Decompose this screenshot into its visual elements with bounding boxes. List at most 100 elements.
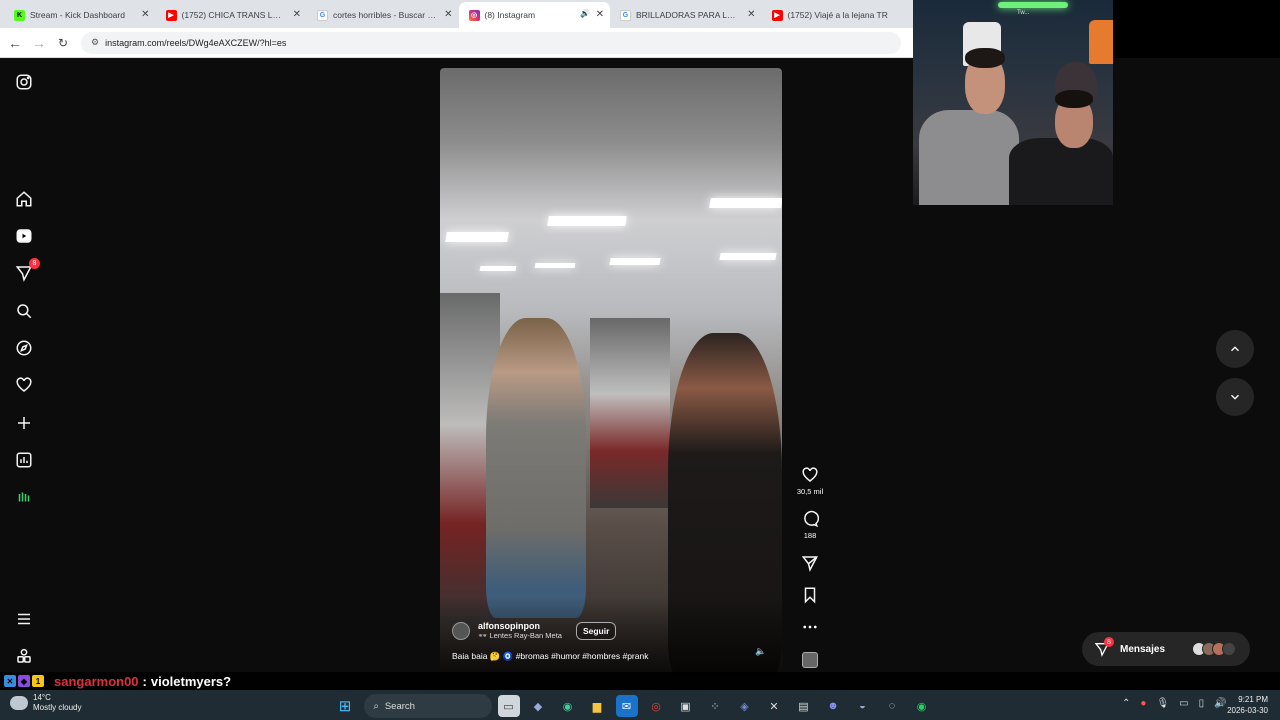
reel-video[interactable]: alfonsopinpon 👓 Lentes Ray-Ban Meta Segu… <box>440 68 782 676</box>
tab-kick[interactable]: K Stream - Kick Dashboard ✕ <box>4 2 156 28</box>
next-reel-button[interactable] <box>1216 378 1254 416</box>
close-icon[interactable]: ✕ <box>141 9 149 20</box>
windows-start-icon[interactable]: ⊞ <box>334 695 356 717</box>
reload-icon[interactable]: ↻ <box>51 31 75 55</box>
vpn-icon[interactable]: ◈ <box>734 695 756 717</box>
store-icon[interactable]: ▣ <box>675 695 697 717</box>
audio-thumbnail[interactable] <box>790 650 830 668</box>
file-explorer-icon[interactable]: ▆ <box>586 695 608 717</box>
also-from-meta-icon[interactable] <box>14 646 34 666</box>
badge-icon: ◆ <box>18 675 30 687</box>
tools-icon[interactable]: ✕ <box>763 695 785 717</box>
url-text: instagram.com/reels/DWg4eAXCZEW/?hl=es <box>105 37 287 48</box>
alert-icon[interactable]: ● <box>1140 698 1146 709</box>
author-subtitle: 👓 Lentes Ray-Ban Meta <box>478 631 562 640</box>
person-2-hair <box>1055 90 1093 108</box>
mute-icon[interactable]: 🔈 <box>754 646 768 660</box>
forward-icon[interactable]: → <box>27 31 51 55</box>
reel-caption: Baia baia 🤔 🧿 #bromas #humor #hombres #p… <box>452 651 649 661</box>
tab-label: (1752) CHICA TRANS LE CANTA <box>181 10 286 20</box>
more-icon <box>803 625 817 629</box>
steam-icon[interactable]: ◒ <box>852 695 874 717</box>
more-options-button[interactable] <box>790 618 830 636</box>
tab-label: Stream - Kick Dashboard <box>30 10 125 20</box>
streamer-webcam: Tw... <box>913 0 1113 205</box>
site-info-icon[interactable]: ⚙ <box>91 37 99 48</box>
share-button[interactable] <box>790 554 830 572</box>
reel-actions: 30,5 mil 188 <box>790 466 830 682</box>
weather-widget[interactable]: 14°C Mostly cloudy <box>10 693 81 713</box>
google-icon: G <box>317 9 328 21</box>
dashboard-icon[interactable] <box>14 450 34 470</box>
menu-icon[interactable] <box>14 609 34 629</box>
volume-icon[interactable]: 🔊 <box>1214 698 1226 709</box>
messages-label: Mensajes <box>1120 643 1166 655</box>
tab-youtube-2[interactable]: ▶ (1752) Viajé a la lejana TR <box>762 2 914 28</box>
chevron-up-icon[interactable]: ⌃ <box>1122 698 1130 709</box>
obs-icon[interactable]: ◌ <box>881 695 903 717</box>
task-view-icon[interactable]: ▭ <box>497 695 520 717</box>
back-icon[interactable]: ← <box>3 31 27 55</box>
outlook-icon[interactable]: ✉ <box>615 695 638 717</box>
home-icon[interactable] <box>14 189 34 209</box>
tab-youtube-1[interactable]: ▶ (1752) CHICA TRANS LE CANTA ✕ <box>156 2 308 28</box>
notifications-icon[interactable] <box>14 375 34 395</box>
chrome-icon[interactable]: ◎ <box>645 695 667 717</box>
search-icon: ⌕ <box>373 700 379 712</box>
network-icon[interactable]: ▯ <box>1199 698 1205 709</box>
close-icon[interactable]: ✕ <box>444 9 452 20</box>
audio-thumb-image <box>802 652 818 668</box>
person-1-body <box>919 110 1019 205</box>
reels-icon[interactable] <box>14 226 34 246</box>
messages-button[interactable]: 8 Mensajes <box>1082 632 1250 666</box>
close-icon[interactable]: ✕ <box>747 9 755 20</box>
bookmark-icon <box>804 587 816 604</box>
speaker-icon[interactable]: 🔊 <box>580 9 590 18</box>
tab-instagram[interactable]: ◎ (8) Instagram 🔊 ✕ <box>458 2 610 28</box>
explore-icon[interactable] <box>14 338 34 358</box>
copilot-icon[interactable]: ◆ <box>527 695 549 717</box>
person-2-body <box>1009 138 1113 205</box>
system-clock[interactable]: 9:21 PM 2026-03-30 <box>1226 694 1268 716</box>
store-shelf <box>590 318 670 508</box>
screen: K Stream - Kick Dashboard ✕ ▶ (1752) CHI… <box>0 0 1280 720</box>
ceiling-light <box>534 263 576 268</box>
instagram-logo-icon[interactable] <box>14 72 34 92</box>
display-icon[interactable]: ▭ <box>1179 698 1188 709</box>
like-count: 30,5 mil <box>796 487 824 496</box>
tab-label: (8) Instagram <box>484 10 536 20</box>
meta-ai-icon[interactable] <box>14 487 34 507</box>
tab-google-2[interactable]: G BRILLADORAS PARA LOZA - Bu ✕ <box>610 2 762 28</box>
save-button[interactable] <box>790 586 830 604</box>
messages-icon[interactable]: 8 <box>14 258 40 283</box>
ceiling-light <box>547 216 627 226</box>
chevron-down-icon <box>1231 394 1239 400</box>
apps-icon[interactable]: ⁘ <box>704 695 726 717</box>
comment-button[interactable]: 188 <box>790 510 830 540</box>
avatar <box>1222 642 1236 656</box>
close-icon[interactable]: ✕ <box>293 9 301 20</box>
ceiling-light <box>709 198 782 208</box>
create-icon[interactable] <box>14 413 34 433</box>
author-username[interactable]: alfonsopinpon <box>478 621 562 631</box>
microphone-icon[interactable]: 🎙 <box>1156 698 1169 709</box>
previous-reel-button[interactable] <box>1216 330 1254 368</box>
tab-google-1[interactable]: G cortes horribles - Buscar con Go ✕ <box>307 2 459 28</box>
like-button[interactable]: 30,5 mil <box>790 466 830 496</box>
search-icon[interactable] <box>14 301 34 321</box>
notepad-icon[interactable]: ▤ <box>793 695 815 717</box>
jersey <box>1089 20 1113 64</box>
author-avatar[interactable] <box>452 621 470 640</box>
clock-date: 2026-03-30 <box>1227 706 1268 715</box>
edge-icon[interactable]: ◉ <box>557 695 579 717</box>
chat-text: violetmyers? <box>150 673 232 689</box>
taskbar-search[interactable]: ⌕ Search <box>363 694 492 718</box>
spotify-icon[interactable]: ◉ <box>911 695 933 717</box>
discord-icon[interactable]: ☻ <box>822 695 844 717</box>
taskbar-apps: ⊞ ⌕ Search ▭ ◆ ◉ ▆ ✉ ◎ ▣ ⁘ ◈ ✕ ▤ ☻ ◒ ◌ ◉ <box>334 694 940 718</box>
notification-badge: 8 <box>29 258 40 269</box>
close-icon[interactable]: ✕ <box>596 9 604 20</box>
follow-button[interactable]: Seguir <box>575 621 617 640</box>
url-input[interactable]: ⚙ instagram.com/reels/DWg4eAXCZEW/?hl=es <box>81 31 901 54</box>
tab-label: BRILLADORAS PARA LOZA - Bu <box>636 10 740 20</box>
